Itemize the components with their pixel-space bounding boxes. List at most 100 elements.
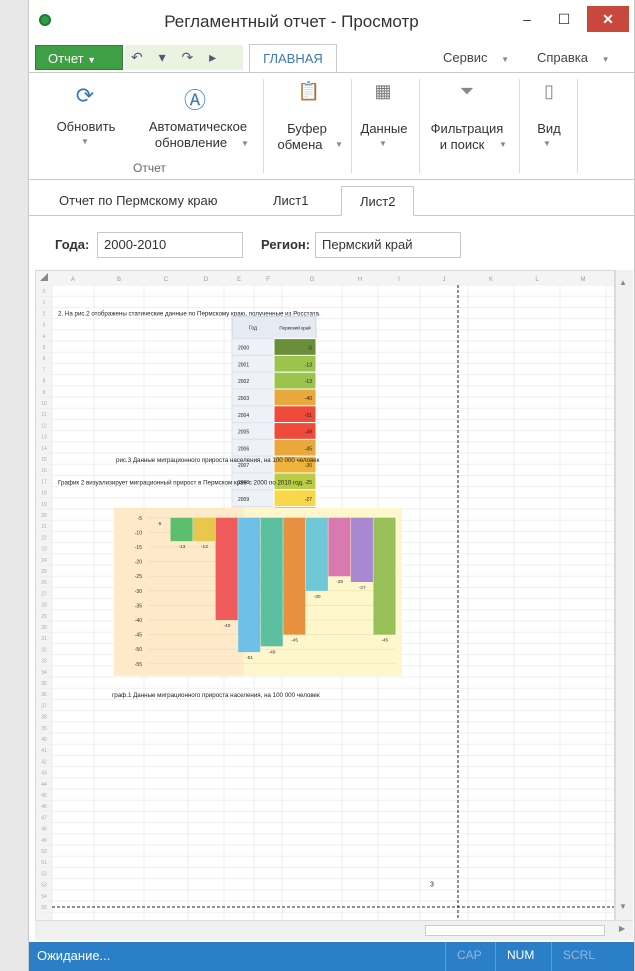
table-header-year: Год [249, 326, 257, 332]
column-header: C [164, 277, 169, 283]
y-tick-label: -50 [135, 647, 142, 653]
menu-service[interactable]: Сервис ▼ [443, 50, 509, 65]
row-header: 51 [41, 860, 47, 866]
table-value: -45 [305, 446, 312, 452]
quick-access-toolbar[interactable]: ↶ ▾ ↷ ▸ [125, 45, 243, 70]
horizontal-scrollbar[interactable]: ▶ [35, 920, 633, 940]
table-caption: рис.3 Данные миграционного прироста насе… [116, 457, 320, 464]
row-header: 46 [41, 804, 47, 810]
y-tick-label: -25 [135, 574, 142, 580]
row-header: 39 [41, 726, 47, 732]
row-header: 31 [41, 636, 47, 642]
chevron-down-icon: ▼ [379, 139, 387, 148]
table-year: 2005 [238, 430, 249, 436]
tab-main[interactable]: ГЛАВНАЯ [249, 44, 337, 73]
auto-update-label-2[interactable]: обновление [139, 135, 243, 151]
scroll-up-icon[interactable]: ▲ [619, 278, 627, 287]
row-header: 11 [41, 412, 46, 418]
filter-label-2[interactable]: и поиск [427, 137, 497, 153]
scroll-right-icon[interactable]: ▶ [619, 924, 625, 933]
row-header: 43 [41, 771, 47, 777]
parameters-panel: Года: 2000-2010 Регион: Пермский край [29, 220, 634, 270]
ribbon-divider [419, 79, 420, 173]
row-header: 54 [41, 894, 47, 900]
chevron-down-icon: ▼ [87, 55, 97, 65]
scroll-thumb[interactable] [425, 925, 605, 936]
table-year: 2003 [238, 396, 249, 402]
y-tick-label: -40 [135, 618, 142, 624]
row-header: 18 [41, 491, 47, 497]
bar-data-label: -27 [359, 585, 366, 591]
clipboard-icon[interactable]: 📋 [295, 81, 323, 102]
data-button[interactable]: Данные [355, 121, 413, 137]
row-header: 12 [41, 423, 47, 429]
row-header: 13 [41, 435, 47, 441]
auto-update-label-1[interactable]: Автоматическое [139, 119, 257, 135]
minimize-button[interactable]: – [514, 6, 540, 32]
filter-label-1[interactable]: Фильтрация [423, 121, 511, 137]
years-input[interactable]: 2000-2010 [97, 232, 243, 258]
row-header: 3 [43, 323, 46, 329]
table-value: -40 [305, 396, 312, 402]
refresh-icon[interactable]: ⟳ [69, 83, 101, 109]
spreadsheet[interactable]: A B C D E F G H I J K L M 0 1 2 3 4 5 6 7 8 9 10 11 12 13 14 15 16 17 1… [35, 270, 615, 940]
row-header: 7 [43, 367, 46, 373]
row-header: 5 [43, 345, 46, 351]
chart-caption: граф.1 Данные миграционного прироста нас… [112, 692, 320, 699]
row-header: 34 [41, 670, 47, 676]
row-header: 9 [43, 390, 46, 396]
chevron-down-icon: ▼ [241, 139, 249, 148]
region-input[interactable]: Пермский край [315, 232, 461, 258]
bar-data-label: -25 [336, 579, 343, 585]
row-header: 32 [41, 647, 47, 653]
table-header-region: Пермский край [279, 325, 311, 331]
chart-bar [350, 517, 373, 583]
row-header: 21 [41, 524, 47, 530]
table-value: -27 [305, 497, 312, 503]
menu-help[interactable]: Справка ▼ [537, 50, 610, 65]
bar-data-label: -5 [157, 521, 162, 527]
chart-bar [170, 517, 193, 542]
table-year: 2004 [238, 413, 249, 419]
column-header: B [117, 277, 121, 283]
view-button[interactable]: Вид [529, 121, 569, 137]
filter-icon[interactable]: ⏷ [453, 81, 481, 102]
y-tick-label: -55 [135, 662, 142, 668]
chart-bar [215, 517, 238, 620]
ribbon-divider [351, 79, 352, 173]
tab-sheet2[interactable]: Лист2 [341, 186, 415, 216]
clipboard-label-2[interactable]: обмена [269, 137, 331, 153]
table-year: 2001 [238, 362, 249, 368]
y-tick-label: -30 [135, 589, 142, 595]
chevron-down-icon: ▼ [499, 140, 507, 149]
close-button[interactable]: ✕ [587, 6, 629, 32]
maximize-button[interactable]: ☐ [551, 6, 577, 32]
auto-update-icon[interactable]: Ⓐ [179, 83, 211, 115]
column-header: K [489, 277, 493, 283]
ribbon-divider [519, 79, 520, 173]
row-header: 44 [41, 782, 47, 788]
row-header: 20 [41, 513, 47, 519]
clipboard-label-1[interactable]: Буфер [271, 121, 343, 137]
tab-report-perm[interactable]: Отчет по Пермскому краю [59, 186, 217, 216]
chart-bar [238, 517, 261, 653]
data-icon[interactable]: ▦ [369, 81, 397, 102]
vertical-scrollbar[interactable]: ▲ ▼ [615, 270, 633, 920]
table-value: -51 [305, 413, 312, 419]
tab-sheet1[interactable]: Лист1 [273, 186, 308, 216]
column-header-bar [36, 271, 614, 285]
chart-bar [328, 517, 351, 577]
row-header: 38 [41, 715, 47, 721]
chart-intro: График 2 визуализирует миграционный прир… [58, 479, 304, 486]
table-value: -5 [308, 346, 313, 352]
row-header: 47 [41, 815, 47, 821]
refresh-button[interactable]: Обновить [43, 119, 129, 135]
bar-data-label: -13 [201, 544, 208, 550]
report-menu-button[interactable]: Отчет ▼ [35, 45, 123, 70]
ribbon: ⟳ Обновить ▼ Ⓐ Автоматическое обновление… [29, 72, 634, 180]
view-icon[interactable]: ▯ [535, 81, 563, 102]
row-header: 1 [43, 300, 46, 306]
column-header: F [266, 277, 270, 283]
report-menu-label: Отчет [48, 51, 84, 66]
scroll-down-icon[interactable]: ▼ [619, 902, 627, 911]
